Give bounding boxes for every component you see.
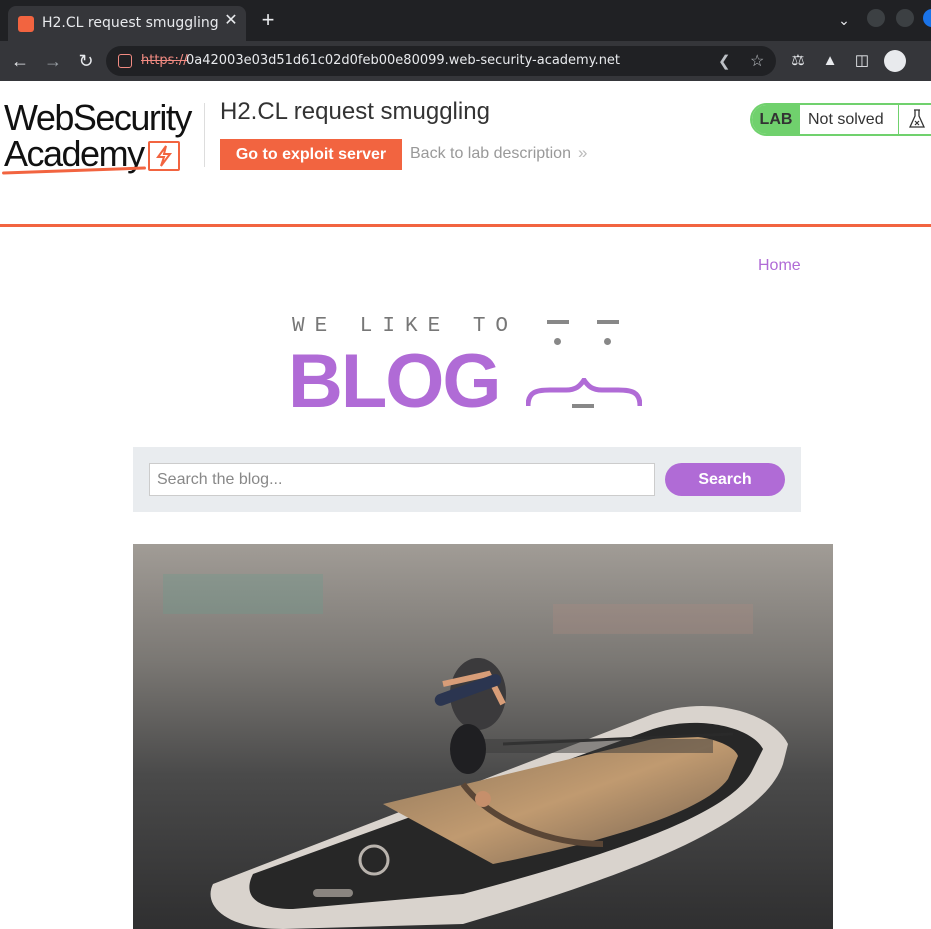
new-tab-icon[interactable]: +: [258, 9, 278, 31]
sidebar-icon[interactable]: ◫: [852, 51, 872, 71]
search-input[interactable]: Search the blog...: [149, 463, 655, 496]
url-scheme: https://: [141, 53, 188, 68]
lab-label: LAB: [752, 105, 800, 134]
lab-status-badge: LAB Not solved: [750, 103, 931, 136]
header-divider: [204, 103, 205, 167]
back-icon[interactable]: ←: [10, 51, 30, 71]
skateboarder-phone-illustration: [133, 544, 833, 929]
chevron-right-icon: »: [578, 143, 588, 162]
browser-tab[interactable]: H2.CL request smuggling ✕: [8, 6, 246, 41]
face-eye-right: [597, 320, 619, 324]
face-eye-left: [547, 320, 569, 324]
lab-status-text: Not solved: [808, 111, 884, 128]
reload-icon[interactable]: ↻: [76, 51, 96, 71]
face-dot-left: [554, 338, 561, 345]
forward-icon[interactable]: →: [43, 51, 63, 71]
blog-title: BLOG: [288, 339, 502, 424]
face-dot-right: [604, 338, 611, 345]
back-to-lab-description-link[interactable]: Back to lab description: [410, 145, 571, 163]
lab-title: H2.CL request smuggling: [220, 98, 490, 125]
tab-close-icon[interactable]: ✕: [222, 12, 240, 30]
home-link[interactable]: Home: [758, 257, 801, 275]
academy-header: WebSecurity Academy H2.CL request smuggl…: [0, 81, 931, 227]
logo-bolt-icon: [148, 141, 180, 171]
flask-icon[interactable]: ▲: [820, 51, 840, 71]
tab-search-icon[interactable]: ⌄: [835, 12, 853, 30]
not-secure-icon[interactable]: [118, 54, 132, 68]
flask-icon: [908, 109, 926, 134]
exploit-server-button[interactable]: Go to exploit server: [220, 139, 402, 170]
address-bar[interactable]: https:// 0a42003e03d51d61c02d0feb00e8009…: [106, 46, 776, 76]
blog-tagline: WE LIKE TO: [292, 315, 519, 338]
blog-post-image[interactable]: [133, 544, 833, 929]
favicon-icon: [18, 16, 34, 32]
browser-toolbar: ← → ↻ https:// 0a42003e03d51d61c02d0feb0…: [0, 41, 931, 81]
flask-area: [898, 105, 931, 134]
browser-tabstrip: H2.CL request smuggling ✕ + ⌄: [0, 0, 931, 41]
face-tongue: [572, 404, 594, 408]
search-panel: Search the blog... Search: [133, 447, 801, 512]
minimize-icon[interactable]: [867, 9, 885, 27]
share-icon[interactable]: ❮: [718, 52, 731, 70]
search-button[interactable]: Search: [665, 463, 785, 496]
tab-title: H2.CL request smuggling: [42, 15, 219, 31]
profile-icon[interactable]: [884, 50, 906, 72]
close-window-icon[interactable]: [923, 9, 931, 27]
puzzle-icon[interactable]: ⚖: [788, 51, 808, 71]
star-icon[interactable]: ☆: [750, 51, 764, 71]
maximize-icon[interactable]: [896, 9, 914, 27]
logo-text-websecurity: WebSecurity: [4, 97, 192, 138]
url-host: 0a42003e03d51d61c02d0feb00e80099.web-sec…: [186, 53, 621, 68]
